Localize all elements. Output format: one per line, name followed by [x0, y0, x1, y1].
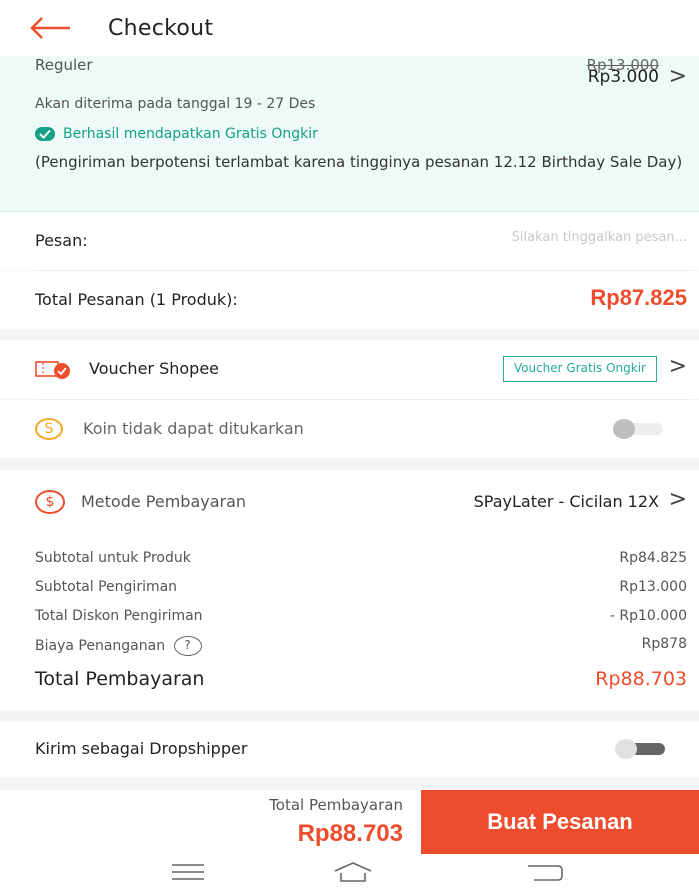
summary-label: Biaya Penanganan [35, 638, 166, 654]
chevron-right-icon: > [668, 64, 687, 89]
top-bar: Checkout [0, 0, 699, 56]
shipping-price: Rp3.000 [587, 67, 659, 87]
summary-value: - Rp10.000 [609, 608, 687, 624]
chevron-right-icon: > [668, 354, 687, 379]
message-input[interactable] [427, 230, 687, 245]
arrow-left-icon [30, 17, 70, 39]
grand-total-value: Rp88.703 [595, 668, 687, 690]
voucher-tag: Voucher Gratis Ongkir [502, 356, 657, 382]
help-icon[interactable]: ? [173, 636, 202, 656]
order-total-label: Total Pesanan (1 Produk): [35, 290, 238, 309]
menu-icon [172, 864, 204, 880]
check-icon [35, 127, 55, 141]
dropshipper-row: Kirim sebagai Dropshipper [0, 721, 699, 777]
payment-method-label: Metode Pembayaran [81, 492, 247, 511]
checkout-bar: Total Pembayaran Rp88.703 Buat Pesanan [0, 790, 699, 854]
delivery-date: Akan diterima pada tanggal 19 - 27 Des [35, 96, 316, 112]
system-nav-bar [0, 854, 699, 890]
summary-value: Rp878 [641, 636, 687, 652]
voucher-icon [35, 361, 70, 379]
payment-method-value[interactable]: SPayLater - Cicilan 12X [474, 492, 659, 511]
free-shipping-text: Berhasil mendapatkan Gratis Ongkir [63, 126, 318, 142]
shipping-method-label: Reguler [35, 56, 93, 74]
voucher-row[interactable]: Voucher Shopee Voucher Gratis Ongkir > [0, 340, 699, 399]
back-nav-icon [528, 865, 563, 881]
coins-row: S Koin tidak dapat ditukarkan [0, 400, 699, 458]
back-nav-button[interactable] [514, 858, 574, 886]
message-row: Pesan: [0, 212, 699, 270]
summary-line: Biaya Penanganan ? Rp878 [35, 636, 687, 656]
summary-label: Total Diskon Pengiriman [35, 608, 203, 624]
summary-line: Subtotal untuk Produk Rp84.825 [35, 550, 687, 570]
dropshipper-toggle[interactable] [615, 739, 665, 759]
summary-label: Subtotal Pengiriman [35, 579, 178, 595]
shipping-delay-note: (Pengiriman berpotensi terlambat karena … [35, 153, 683, 171]
voucher-label: Voucher Shopee [89, 359, 220, 378]
summary-label: Subtotal untuk Produk [35, 550, 191, 566]
home-button[interactable] [323, 858, 383, 886]
message-label: Pesan: [35, 231, 88, 250]
place-order-button[interactable]: Buat Pesanan [421, 790, 699, 854]
summary-line: Subtotal Pengiriman Rp13.000 [35, 579, 687, 599]
grand-total-label: Total Pembayaran [35, 668, 205, 690]
summary-value: Rp84.825 [619, 550, 687, 566]
toggle-knob [613, 419, 635, 439]
back-button[interactable] [20, 0, 80, 56]
bottom-total-label: Total Pembayaran [269, 796, 403, 814]
coins-label: Koin tidak dapat ditukarkan [83, 419, 304, 438]
grand-total-line: Total Pembayaran Rp88.703 [35, 668, 687, 692]
page-title: Checkout [108, 15, 214, 41]
bottom-total-value: Rp88.703 [297, 820, 403, 847]
dollar-icon: $ [35, 490, 65, 514]
menu-button[interactable] [158, 858, 218, 886]
order-total-value: Rp87.825 [590, 285, 687, 310]
coins-toggle[interactable] [613, 419, 663, 439]
chevron-right-icon[interactable]: > [669, 487, 687, 512]
coin-icon: S [35, 418, 63, 440]
home-icon [334, 862, 372, 882]
toggle-knob [615, 739, 637, 759]
dropshipper-label: Kirim sebagai Dropshipper [35, 739, 248, 758]
summary-value: Rp13.000 [619, 579, 687, 595]
shipping-option[interactable]: Reguler Rp13.000 Rp3.000 > Akan diterima… [0, 56, 699, 212]
summary-line: Total Diskon Pengiriman - Rp10.000 [35, 608, 687, 628]
free-shipping-status: Berhasil mendapatkan Gratis Ongkir [35, 126, 318, 142]
order-total-row: Total Pesanan (1 Produk): Rp87.825 [0, 271, 699, 329]
payment-section: $ Metode Pembayaran SPayLater - Cicilan … [0, 470, 699, 710]
